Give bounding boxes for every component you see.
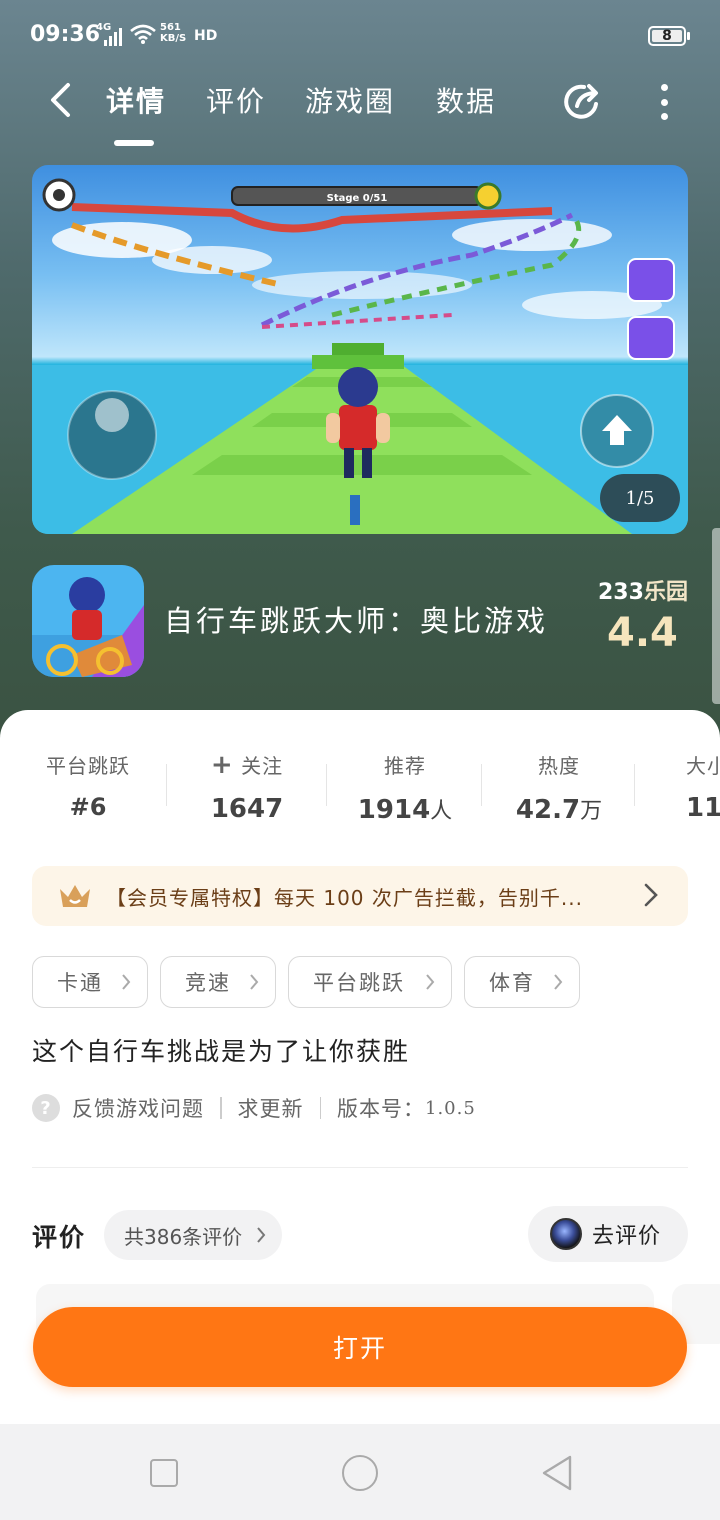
- plus-icon: +: [210, 750, 234, 780]
- write-review-button[interactable]: 去评价: [528, 1206, 688, 1262]
- feedback-link[interactable]: 反馈游戏问题: [72, 1093, 204, 1123]
- tag-cartoon[interactable]: 卡通: [32, 956, 148, 1008]
- status-bar: 09:36 4G 561 KB/S HD 8: [0, 0, 720, 72]
- chevron-right-icon: [644, 883, 658, 907]
- stat-follow[interactable]: + 关注 1647: [182, 750, 312, 824]
- section-divider: [32, 1167, 688, 1168]
- chevron-left-icon: [51, 83, 70, 117]
- net-speed: 561 KB/S: [160, 22, 187, 44]
- share-button[interactable]: [562, 80, 606, 124]
- reviews-count-button[interactable]: 共386条评价: [104, 1210, 283, 1260]
- game-screenshot[interactable]: Stage 0/51: [32, 165, 688, 534]
- screenshot-counter: 1/5: [600, 474, 680, 522]
- scroll-handle[interactable]: [712, 528, 720, 704]
- stat-category-rank[interactable]: 平台跳跃 #6: [23, 750, 153, 821]
- stat-size: 大小 117M: [686, 754, 720, 823]
- game-description: 这个自行车挑战是为了让你获胜: [32, 1037, 411, 1066]
- rating-source: 233乐园: [598, 580, 688, 605]
- chevron-right-icon: [426, 974, 435, 990]
- wifi-icon: [130, 24, 156, 49]
- tag-platform-jump[interactable]: 平台跳跃: [288, 956, 452, 1008]
- rating-score: 4.4: [607, 610, 678, 656]
- hd-indicator: HD: [194, 28, 218, 44]
- share-icon: [564, 84, 598, 119]
- back-button[interactable]: [40, 78, 80, 122]
- more-options-button[interactable]: [650, 80, 678, 124]
- chevron-right-icon: [257, 1227, 266, 1243]
- avatar: [550, 1218, 582, 1250]
- vip-banner[interactable]: 【会员专属特权】每天 100 次广告拦截，告别千...: [32, 866, 688, 926]
- question-icon: ?: [32, 1094, 60, 1122]
- meta-row: ? 反馈游戏问题 求更新 版本号： 1.0.5: [32, 1090, 476, 1126]
- app-icon: [32, 565, 144, 677]
- stage-label: Stage 0/51: [327, 193, 388, 204]
- crown-icon: [60, 885, 90, 907]
- tab-details[interactable]: 详情: [106, 80, 166, 120]
- battery-icon: 8: [648, 26, 690, 46]
- stat-popularity: 热度 42.7万: [515, 754, 603, 825]
- chevron-right-icon: [554, 974, 563, 990]
- signal-icon: [104, 28, 122, 46]
- home-button[interactable]: [342, 1455, 378, 1491]
- tab-data[interactable]: 数据: [436, 80, 496, 120]
- version-number: 1.0.5: [425, 1097, 476, 1119]
- tag-racing[interactable]: 竞速: [160, 956, 276, 1008]
- tag-sports[interactable]: 体育: [464, 956, 580, 1008]
- app-title: 自行车跳跃大师：奥比游戏: [164, 604, 549, 638]
- clock: 09:36: [30, 22, 101, 47]
- back-triangle-icon[interactable]: [540, 1454, 574, 1492]
- reviews-title: 评价: [32, 1223, 87, 1252]
- recents-button[interactable]: [150, 1459, 178, 1487]
- request-update-link[interactable]: 求更新: [238, 1093, 304, 1123]
- open-button[interactable]: 打开: [33, 1307, 687, 1387]
- top-nav: 详情 评价 游戏圈 数据: [0, 72, 720, 152]
- version-label: 版本号：: [337, 1097, 425, 1121]
- chevron-right-icon: [122, 974, 131, 990]
- tab-game-circle[interactable]: 游戏圈: [305, 80, 395, 120]
- stat-recommend: 推荐 1914人: [357, 754, 453, 825]
- tab-reviews[interactable]: 评价: [206, 80, 266, 120]
- chevron-right-icon: [250, 974, 259, 990]
- system-nav-bar: [0, 1424, 720, 1520]
- tab-indicator: [114, 140, 154, 146]
